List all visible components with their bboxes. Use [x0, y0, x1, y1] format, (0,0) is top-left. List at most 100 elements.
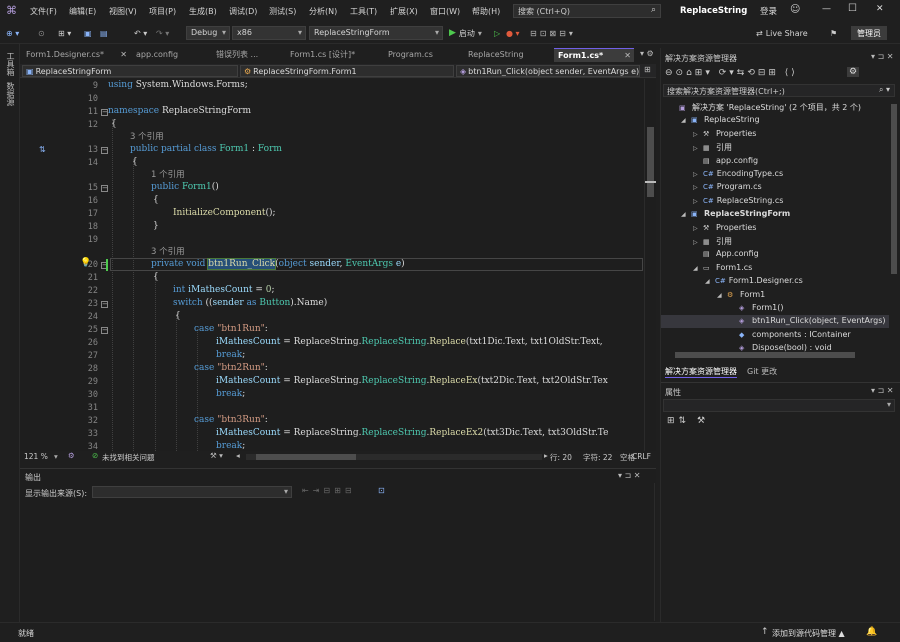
close-button[interactable]: ✕	[876, 4, 884, 14]
scrollbar-thumb[interactable]	[675, 352, 855, 358]
login-link[interactable]: 登录	[760, 5, 777, 17]
expander-icon[interactable]: ▷	[693, 184, 703, 191]
maximize-button[interactable]: ☐	[848, 3, 857, 14]
eol-indicator[interactable]: CRLF	[632, 452, 651, 461]
close-icon[interactable]: ✕	[120, 48, 127, 62]
expander-icon[interactable]: ◢	[717, 292, 727, 299]
expander-icon[interactable]: ◢	[693, 265, 703, 272]
menu-edit[interactable]: 编辑(E)	[69, 6, 96, 17]
save-icon[interactable]: ▣	[84, 26, 92, 40]
expander-icon[interactable]: ▷	[693, 239, 703, 246]
expander-icon[interactable]: ◢	[681, 211, 691, 218]
hot-reload-icon[interactable]: ● ▾	[506, 26, 520, 40]
user-icon[interactable]: ☺	[790, 4, 800, 15]
scroll-left-icon[interactable]: ◂	[236, 451, 240, 460]
save-all-icon[interactable]: ▤	[100, 26, 108, 40]
redo-icon[interactable]: ↷ ▾	[156, 26, 169, 40]
forward-icon[interactable]: ⊙	[38, 26, 45, 40]
config-select[interactable]: Debug	[186, 26, 230, 40]
tab-program[interactable]: Program.cs	[384, 48, 462, 62]
menu-debug[interactable]: 调试(D)	[229, 6, 257, 17]
tree-item[interactable]: ◈ Dispose(bool) : void	[729, 343, 832, 352]
chevron-down-icon[interactable]: ▾	[54, 452, 58, 461]
horizontal-scrollbar[interactable]	[246, 454, 542, 460]
tab-form1-cs[interactable]: Form1.cs* ✕	[554, 48, 634, 62]
tree-item[interactable]: ◢ ⚙ Form1	[717, 290, 765, 299]
scroll-right-icon[interactable]: ▸	[544, 451, 548, 460]
data-sources-tab[interactable]: 数据源	[5, 82, 16, 106]
tree-item[interactable]: ▷ ⚒ Properties	[693, 223, 756, 232]
nav-class-select[interactable]: ⚙ ReplaceStringForm.Form1	[240, 65, 454, 77]
line-indicator[interactable]: 行: 20	[550, 452, 572, 463]
expander-icon[interactable]: ◢	[705, 278, 715, 285]
tab-form1-designer[interactable]: Form1.Designer.cs* ✕	[22, 48, 130, 62]
notifications-icon[interactable]: 🔔	[866, 627, 877, 637]
fold-toggle-icon[interactable]: −	[101, 185, 108, 192]
expander-icon[interactable]: ▷	[693, 171, 703, 178]
toolbox-tab[interactable]: 工具箱	[5, 52, 16, 76]
tree-item[interactable]: ◢ ▣ ReplaceStringForm	[681, 209, 790, 218]
tree-item[interactable]: ▷ C# EncodingType.cs	[693, 169, 783, 178]
menu-file[interactable]: 文件(F)	[30, 6, 57, 17]
feedback-icon[interactable]: ⚑	[830, 26, 837, 40]
tab-error-list[interactable]: 错误列表 ...	[212, 48, 282, 62]
expander-icon[interactable]: ▷	[693, 198, 703, 205]
fold-toggle-icon[interactable]: −	[101, 109, 108, 116]
expander-icon[interactable]: ▷	[693, 225, 703, 232]
word-wrap-icon[interactable]: ⊡	[378, 486, 385, 495]
tab-form1-design[interactable]: Form1.cs [设计]*	[286, 48, 382, 62]
expander-icon[interactable]: ◢	[681, 117, 691, 124]
solution-search[interactable]: 搜索解决方案资源管理器(Ctrl+;) ⌕ ▾	[663, 84, 895, 97]
start-button[interactable]: ▶ 启动 ▾	[449, 26, 482, 40]
menu-help[interactable]: 帮助(H)	[472, 6, 500, 17]
properties-object-select[interactable]: ▾	[663, 399, 895, 412]
tree-item[interactable]: ▣ 解决方案 'ReplaceString' (2 个项目，共 2 个)	[669, 102, 861, 113]
platform-select[interactable]: x86	[232, 26, 306, 40]
scrollbar-thumb[interactable]	[647, 127, 654, 197]
tree-vertical-scrollbar[interactable]	[889, 100, 899, 350]
tab-solution-explorer[interactable]: 解决方案资源管理器	[665, 366, 737, 378]
minimize-button[interactable]: —	[822, 4, 831, 14]
tree-item[interactable]: ◆ components : IContainer	[729, 330, 851, 339]
menu-test[interactable]: 测试(S)	[269, 6, 296, 17]
column-indicator[interactable]: 字符: 22	[583, 452, 612, 463]
menu-build[interactable]: 生成(B)	[189, 6, 217, 17]
tree-item[interactable]: ▷ C# ReplaceString.cs	[693, 196, 783, 205]
tree-item[interactable]: ◢ ▭ Form1.cs	[693, 263, 752, 272]
tree-item[interactable]: ◢ ▣ ReplaceString	[681, 115, 760, 124]
start-without-debug-icon[interactable]: ▷	[494, 26, 500, 40]
tree-item[interactable]: ▷ C# Program.cs	[693, 182, 762, 191]
zoom-level[interactable]: 121 %	[24, 452, 48, 461]
fold-toggle-icon[interactable]: −	[101, 147, 108, 154]
fold-toggle-icon[interactable]: −	[101, 301, 108, 308]
tab-git-changes[interactable]: Git 更改	[747, 366, 777, 377]
output-window-controls[interactable]: ▾ ⊐ ✕	[618, 471, 641, 480]
properties-toolbar-icons[interactable]: ⊞⇅ ⚒	[667, 416, 709, 426]
tree-item[interactable]: ▤ app.config	[693, 156, 758, 165]
toolbar-extra-icons[interactable]: ⊟⊡⊠⊟▾	[530, 26, 576, 40]
menu-project[interactable]: 项目(P)	[149, 6, 176, 17]
navigate-back-icon[interactable]: ⊕ ▾	[6, 26, 19, 40]
search-box[interactable]: 搜索 (Ctrl+Q) ⌕	[513, 4, 661, 18]
upload-icon[interactable]: ↑	[761, 627, 769, 637]
menu-analyze[interactable]: 分析(N)	[309, 6, 337, 17]
tree-horizontal-scrollbar[interactable]	[665, 352, 889, 358]
code-editor[interactable]: 9 using System.Windows.Forms; 10 11 − na…	[20, 79, 656, 451]
nav-member-select[interactable]: ◈ btn1Run_Click(object sender, EventArgs …	[456, 65, 640, 77]
tab-replacestring[interactable]: ReplaceString	[464, 48, 552, 62]
tab-app-config[interactable]: app.config	[132, 48, 210, 62]
tree-item[interactable]: ◢ C# Form1.Designer.cs	[705, 276, 803, 285]
wrench-icon[interactable]: ⚙	[847, 67, 860, 77]
live-share-button[interactable]: ⇄ Live Share	[756, 26, 808, 40]
inheritance-margin-icon[interactable]: ⇅	[39, 145, 46, 154]
project-select[interactable]: ReplaceStringForm	[309, 26, 443, 40]
tree-item[interactable]: ◈ btn1Run_Click(object, EventArgs) : v	[729, 316, 889, 325]
panel-controls[interactable]: ▾ ⊐ ✕	[871, 52, 894, 61]
undo-icon[interactable]: ↶ ▾	[134, 26, 147, 40]
tree-item[interactable]: ◈ Form1()	[729, 303, 783, 312]
nav-project-select[interactable]: ▣ ReplaceStringForm	[22, 65, 238, 77]
codelens-reference[interactable]: 1 个引用	[151, 168, 185, 180]
codelens-reference[interactable]: 3 个引用	[151, 245, 185, 257]
source-control-button[interactable]: 添加到源代码管理 ▲	[772, 628, 845, 639]
brush-icon[interactable]: ⚒ ▾	[210, 451, 223, 460]
